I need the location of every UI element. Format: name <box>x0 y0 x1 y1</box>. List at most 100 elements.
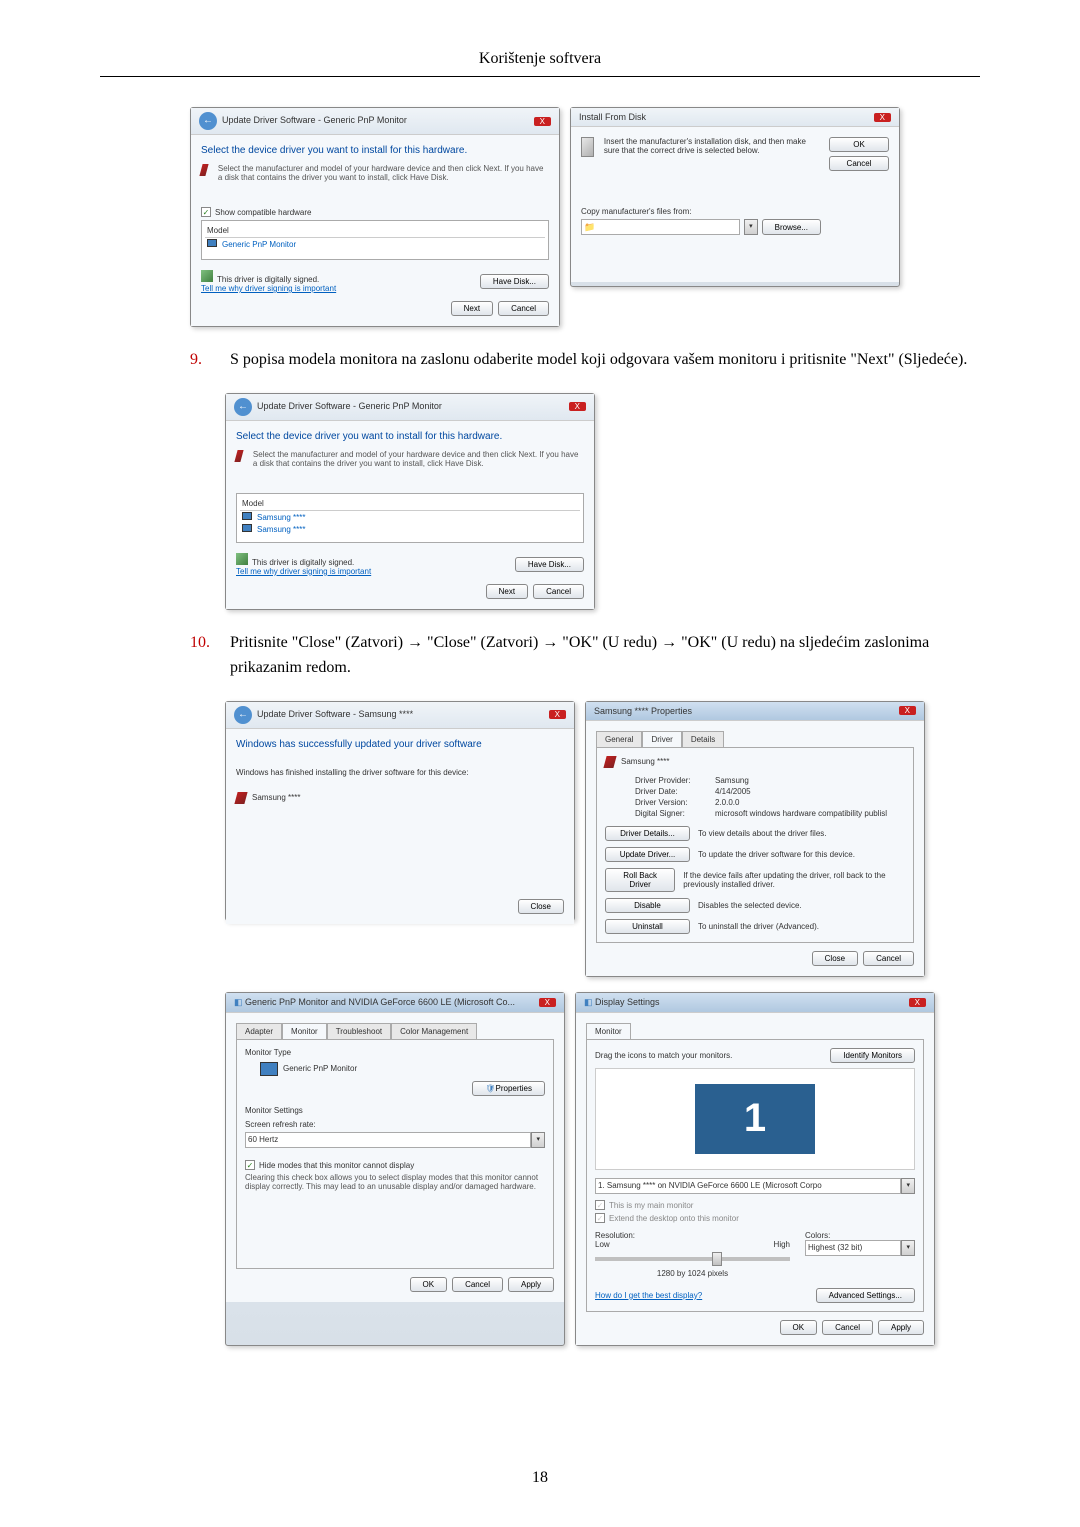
slider-thumb-icon[interactable] <box>712 1252 722 1266</box>
close-icon[interactable]: X <box>909 998 926 1007</box>
title: Generic PnP Monitor and NVIDIA GeForce 6… <box>245 997 515 1007</box>
have-disk-button[interactable]: Have Disk... <box>515 557 584 572</box>
close-icon[interactable]: X <box>874 113 891 122</box>
instruction: Select the manufacturer and model of you… <box>218 164 549 182</box>
checkbox-icon: ✓ <box>245 1160 255 1170</box>
tab-details[interactable]: Details <box>682 731 724 747</box>
close-button[interactable]: Close <box>812 951 858 966</box>
close-icon[interactable]: X <box>569 402 586 411</box>
signing-link[interactable]: Tell me why driver signing is important <box>236 567 371 576</box>
next-button[interactable]: Next <box>486 584 528 599</box>
dialog-body: Select the device driver you want to ins… <box>191 135 559 326</box>
resolution-slider[interactable] <box>595 1257 790 1261</box>
back-button[interactable]: ←Update Driver Software - Generic PnP Mo… <box>199 112 407 130</box>
checkbox-icon: ✓ <box>595 1200 605 1210</box>
cancel-button[interactable]: Cancel <box>822 1320 873 1335</box>
dropdown-arrow-icon[interactable]: ▾ <box>901 1240 915 1256</box>
list-item[interactable]: Samsung **** <box>240 523 580 535</box>
rollback-button[interactable]: Roll Back Driver <box>605 868 675 892</box>
extend-desktop-checkbox: ✓Extend the desktop onto this monitor <box>595 1213 915 1223</box>
driver-details-button[interactable]: Driver Details... <box>605 826 690 841</box>
main-content: ←Update Driver Software - Generic PnP Mo… <box>190 107 980 1346</box>
tab-color[interactable]: Color Management <box>391 1023 477 1039</box>
compatible-checkbox[interactable]: ✓Show compatible hardware <box>201 207 549 217</box>
hide-modes-checkbox[interactable]: ✓Hide modes that this monitor cannot dis… <box>245 1160 545 1170</box>
dropdown-arrow-icon[interactable]: ▾ <box>531 1132 545 1148</box>
screenshot-row-2: ←Update Driver Software - Generic PnP Mo… <box>225 393 980 610</box>
model-list[interactable]: Model Samsung **** Samsung **** <box>236 493 584 543</box>
back-button[interactable]: ←Update Driver Software - Samsung **** <box>234 706 413 724</box>
disable-button[interactable]: Disable <box>605 898 690 913</box>
dialog-body: Adapter Monitor Troubleshoot Color Manag… <box>226 1013 564 1302</box>
cancel-button[interactable]: Cancel <box>498 301 549 316</box>
close-button[interactable]: Close <box>518 899 564 914</box>
ok-button[interactable]: OK <box>829 137 889 152</box>
close-icon[interactable]: X <box>534 117 551 126</box>
tab-monitor[interactable]: Monitor <box>282 1023 327 1039</box>
apply-button[interactable]: Apply <box>508 1277 554 1292</box>
monitor-select[interactable]: 1. Samsung **** on NVIDIA GeForce 6600 L… <box>595 1178 901 1194</box>
dialog-heading: Select the device driver you want to ins… <box>201 145 549 156</box>
tab-general[interactable]: General <box>596 731 642 747</box>
tab-adapter[interactable]: Adapter <box>236 1023 282 1039</box>
cancel-button[interactable]: Cancel <box>533 584 584 599</box>
dropdown-arrow-icon[interactable]: ▾ <box>744 219 758 235</box>
back-button[interactable]: ←Update Driver Software - Generic PnP Mo… <box>234 398 442 416</box>
close-icon[interactable]: X <box>549 710 566 719</box>
tab-troubleshoot[interactable]: Troubleshoot <box>327 1023 391 1039</box>
dialog-body: Select the device driver you want to ins… <box>226 421 594 609</box>
uninstall-button[interactable]: Uninstall <box>605 919 690 934</box>
monitor-preview[interactable]: 1 <box>595 1068 915 1170</box>
next-button[interactable]: Next <box>451 301 493 316</box>
update-driver-button[interactable]: Update Driver... <box>605 847 690 862</box>
disk-icon <box>581 137 594 157</box>
cancel-button[interactable]: Cancel <box>452 1277 503 1292</box>
properties-button[interactable]: 🛡Properties <box>472 1081 545 1096</box>
step-text: Pritisnite "Close" (Zatvori) → "Close" (… <box>230 630 980 681</box>
path-input[interactable]: 📁 <box>581 219 740 235</box>
step-number: 10. <box>190 630 215 681</box>
list-item[interactable]: Samsung **** <box>240 511 580 523</box>
signed-row: This driver is digitally signed. Tell me… <box>201 270 549 293</box>
dropdown-arrow-icon[interactable]: ▾ <box>901 1178 915 1194</box>
dialog-heading: Select the device driver you want to ins… <box>236 431 584 442</box>
title: Samsung **** Properties <box>594 706 692 716</box>
main-monitor-checkbox: ✓This is my main monitor <box>595 1200 915 1210</box>
tab-monitor[interactable]: Monitor <box>586 1023 631 1039</box>
tabs: Monitor <box>586 1023 924 1039</box>
step-10: 10. Pritisnite "Close" (Zatvori) → "Clos… <box>190 630 980 681</box>
screenshot-row-3: ←Update Driver Software - Samsung **** X… <box>225 701 980 977</box>
close-icon[interactable]: X <box>539 998 556 1007</box>
refresh-label: Screen refresh rate: <box>245 1120 545 1129</box>
titlebar: Samsung **** Properties X <box>586 702 924 721</box>
screenshot-row-4: ◧ Generic PnP Monitor and NVIDIA GeForce… <box>225 992 980 1346</box>
model-list[interactable]: Model Generic PnP Monitor <box>201 220 549 260</box>
dialog-body: Monitor Drag the icons to match your mon… <box>576 1013 934 1345</box>
subtext: Windows has finished installing the driv… <box>236 768 564 777</box>
page-number: 18 <box>532 1469 548 1487</box>
colors-select[interactable]: Highest (32 bit) <box>805 1240 901 1256</box>
update-success-dialog: ←Update Driver Software - Samsung **** X… <box>225 701 575 921</box>
best-display-link[interactable]: How do I get the best display? <box>595 1291 702 1300</box>
refresh-select[interactable]: 60 Hertz <box>245 1132 531 1148</box>
cancel-button[interactable]: Cancel <box>829 156 889 171</box>
apply-button[interactable]: Apply <box>878 1320 924 1335</box>
identify-monitors-button[interactable]: Identify Monitors <box>830 1048 915 1063</box>
drag-text: Drag the icons to match your monitors. <box>595 1051 732 1060</box>
advanced-settings-button[interactable]: Advanced Settings... <box>816 1288 915 1303</box>
device-name: Samsung **** <box>252 793 300 802</box>
close-icon[interactable]: X <box>899 706 916 715</box>
monitor-display-1[interactable]: 1 <box>695 1084 815 1154</box>
arrow-left-icon: ← <box>234 398 252 416</box>
ok-button[interactable]: OK <box>780 1320 818 1335</box>
cancel-button[interactable]: Cancel <box>863 951 914 966</box>
instruction: Select the manufacturer and model of you… <box>253 450 584 468</box>
resolution-label: Resolution: <box>595 1231 790 1240</box>
signing-link[interactable]: Tell me why driver signing is important <box>201 284 336 293</box>
ok-button[interactable]: OK <box>410 1277 448 1292</box>
list-item[interactable]: Generic PnP Monitor <box>205 238 545 250</box>
browse-button[interactable]: Browse... <box>762 219 821 235</box>
have-disk-button[interactable]: Have Disk... <box>480 274 549 289</box>
field-signer: Digital Signer:microsoft windows hardwar… <box>635 809 905 818</box>
tab-driver[interactable]: Driver <box>642 731 681 747</box>
